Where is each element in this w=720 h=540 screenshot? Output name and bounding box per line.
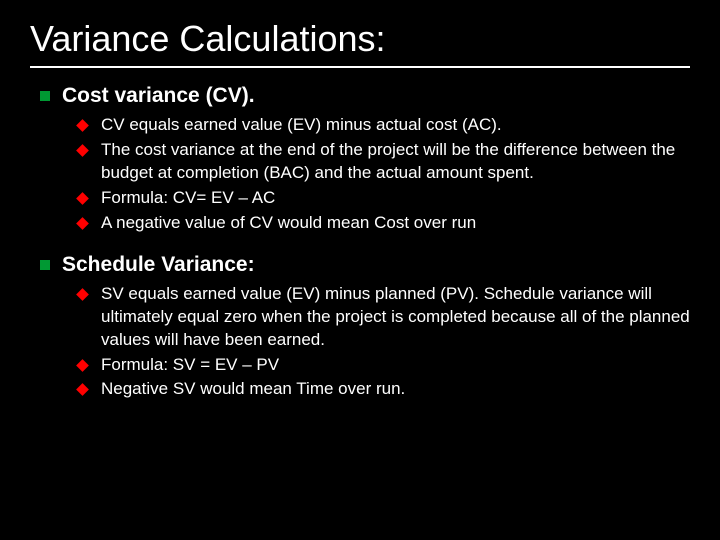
sublist: CV equals earned value (EV) minus actual… xyxy=(78,114,690,235)
diamond-bullet-icon xyxy=(76,192,89,205)
list-item: Formula: CV= EV – AC xyxy=(78,187,690,210)
list-item-text: SV equals earned value (EV) minus planne… xyxy=(101,283,690,352)
section-heading: Cost variance (CV). xyxy=(62,84,255,108)
diamond-bullet-icon xyxy=(76,359,89,372)
list-item: The cost variance at the end of the proj… xyxy=(78,139,690,185)
diamond-bullet-icon xyxy=(76,217,89,230)
list-item-text: Negative SV would mean Time over run. xyxy=(101,378,405,401)
list-item: Negative SV would mean Time over run. xyxy=(78,378,690,401)
square-bullet-icon xyxy=(40,260,50,270)
section-heading-row: Cost variance (CV). xyxy=(40,84,690,108)
section-heading-row: Schedule Variance: xyxy=(40,253,690,277)
section-heading: Schedule Variance: xyxy=(62,253,255,277)
slide-title: Variance Calculations: xyxy=(30,18,690,68)
list-item: Formula: SV = EV – PV xyxy=(78,354,690,377)
list-item: A negative value of CV would mean Cost o… xyxy=(78,212,690,235)
diamond-bullet-icon xyxy=(76,119,89,132)
diamond-bullet-icon xyxy=(76,288,89,301)
list-item: SV equals earned value (EV) minus planne… xyxy=(78,283,690,352)
list-item-text: A negative value of CV would mean Cost o… xyxy=(101,212,476,235)
list-item-text: CV equals earned value (EV) minus actual… xyxy=(101,114,502,137)
section-schedule-variance: Schedule Variance: SV equals earned valu… xyxy=(40,253,690,402)
list-item-text: The cost variance at the end of the proj… xyxy=(101,139,690,185)
section-cost-variance: Cost variance (CV). CV equals earned val… xyxy=(40,84,690,235)
list-item-text: Formula: CV= EV – AC xyxy=(101,187,275,210)
sublist: SV equals earned value (EV) minus planne… xyxy=(78,283,690,402)
list-item: CV equals earned value (EV) minus actual… xyxy=(78,114,690,137)
diamond-bullet-icon xyxy=(76,144,89,157)
diamond-bullet-icon xyxy=(76,384,89,397)
slide: Variance Calculations: Cost variance (CV… xyxy=(0,0,720,540)
list-item-text: Formula: SV = EV – PV xyxy=(101,354,279,377)
square-bullet-icon xyxy=(40,91,50,101)
